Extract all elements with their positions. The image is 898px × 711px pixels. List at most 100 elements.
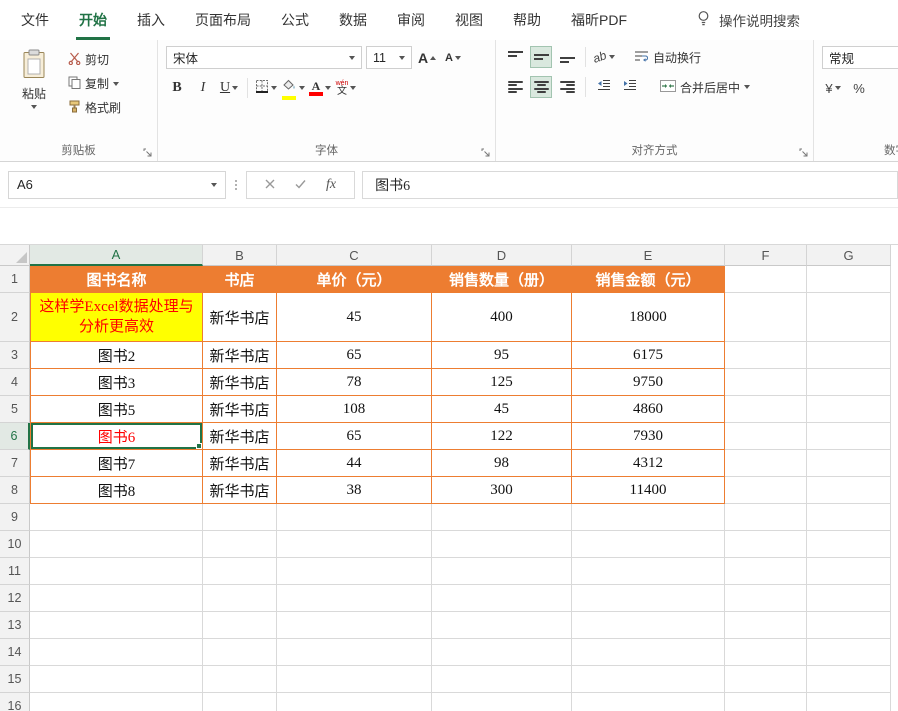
italic-button[interactable]: I (192, 77, 214, 99)
row-header-7[interactable]: 7 (0, 450, 30, 477)
align-right-button[interactable] (556, 76, 578, 98)
align-left-button[interactable] (504, 76, 526, 98)
cell-F7[interactable] (725, 450, 807, 477)
cell-G2[interactable] (807, 293, 891, 342)
tab-data[interactable]: 数据 (324, 0, 382, 40)
cell-E10[interactable] (572, 531, 725, 558)
column-header-D[interactable]: D (432, 245, 572, 266)
cell-B15[interactable] (203, 666, 277, 693)
cell-D8[interactable]: 300 (432, 477, 572, 504)
cell-G14[interactable] (807, 639, 891, 666)
row-header-6[interactable]: 6 (0, 423, 30, 450)
cell-C3[interactable]: 65 (277, 342, 432, 369)
column-header-B[interactable]: B (203, 245, 277, 266)
cell-A8[interactable]: 图书8 (30, 477, 203, 504)
cell-B16[interactable] (203, 693, 277, 711)
bold-button[interactable]: B (166, 77, 188, 99)
cell-A10[interactable] (30, 531, 203, 558)
font-size-dropdown-icon[interactable] (399, 55, 405, 60)
row-header-13[interactable]: 13 (0, 612, 30, 639)
cell-C1[interactable]: 单价（元） (277, 266, 432, 293)
tab-file[interactable]: 文件 (6, 0, 64, 40)
cell-F6[interactable] (725, 423, 807, 450)
row-header-9[interactable]: 9 (0, 504, 30, 531)
cell-A12[interactable] (30, 585, 203, 612)
merge-center-button[interactable]: 合并后居中 (655, 77, 755, 98)
column-header-G[interactable]: G (807, 245, 891, 266)
cell-B10[interactable] (203, 531, 277, 558)
tab-review[interactable]: 审阅 (382, 0, 440, 40)
cell-F1[interactable] (725, 266, 807, 293)
cell-D12[interactable] (432, 585, 572, 612)
cell-D14[interactable] (432, 639, 572, 666)
cell-C16[interactable] (277, 693, 432, 711)
cell-B6[interactable]: 新华书店 (203, 423, 277, 450)
tab-help[interactable]: 帮助 (498, 0, 556, 40)
insert-function-icon[interactable]: fx (326, 177, 336, 193)
cell-A3[interactable]: 图书2 (30, 342, 203, 369)
cell-D4[interactable]: 125 (432, 369, 572, 396)
percent-style-button[interactable]: % (848, 77, 870, 99)
cell-A7[interactable]: 图书7 (30, 450, 203, 477)
copy-button[interactable]: 复制 (68, 75, 121, 92)
font-color-button[interactable]: A (309, 77, 331, 99)
cell-A1[interactable]: 图书名称 (30, 266, 203, 293)
cell-G15[interactable] (807, 666, 891, 693)
cell-C14[interactable] (277, 639, 432, 666)
orientation-button[interactable]: ab (591, 46, 615, 68)
increase-indent-button[interactable] (619, 76, 641, 98)
tab-foxit-pdf[interactable]: 福昕PDF (556, 0, 642, 40)
cell-B14[interactable] (203, 639, 277, 666)
cell-D16[interactable] (432, 693, 572, 711)
cell-G5[interactable] (807, 396, 891, 423)
cell-G11[interactable] (807, 558, 891, 585)
cell-E16[interactable] (572, 693, 725, 711)
cell-E14[interactable] (572, 639, 725, 666)
formula-input[interactable]: 图书6 (362, 170, 898, 199)
phonetic-guide-button[interactable]: wén 文 (335, 77, 357, 99)
orientation-dropdown-icon[interactable] (608, 55, 615, 59)
tab-home[interactable]: 开始 (64, 0, 122, 40)
cell-E15[interactable] (572, 666, 725, 693)
cell-D9[interactable] (432, 504, 572, 531)
cell-F9[interactable] (725, 504, 807, 531)
row-header-11[interactable]: 11 (0, 558, 30, 585)
cell-E6[interactable]: 7930 (572, 423, 725, 450)
cell-G3[interactable] (807, 342, 891, 369)
cell-A9[interactable] (30, 504, 203, 531)
cell-F4[interactable] (725, 369, 807, 396)
cell-B7[interactable]: 新华书店 (203, 450, 277, 477)
cell-A15[interactable] (30, 666, 203, 693)
column-header-F[interactable]: F (725, 245, 807, 266)
cell-G9[interactable] (807, 504, 891, 531)
cell-F10[interactable] (725, 531, 807, 558)
borders-dropdown-icon[interactable] (271, 86, 277, 90)
cell-F8[interactable] (725, 477, 807, 504)
cell-F11[interactable] (725, 558, 807, 585)
cell-B12[interactable] (203, 585, 277, 612)
cell-C7[interactable]: 44 (277, 450, 432, 477)
cell-E2[interactable]: 18000 (572, 293, 725, 342)
cell-E1[interactable]: 销售金额（元） (572, 266, 725, 293)
cell-B2[interactable]: 新华书店 (203, 293, 277, 342)
cell-B11[interactable] (203, 558, 277, 585)
cell-A14[interactable] (30, 639, 203, 666)
cell-E8[interactable]: 11400 (572, 477, 725, 504)
cell-E7[interactable]: 4312 (572, 450, 725, 477)
underline-button[interactable]: U (218, 77, 240, 99)
cell-C15[interactable] (277, 666, 432, 693)
cell-C11[interactable] (277, 558, 432, 585)
cell-A16[interactable] (30, 693, 203, 711)
cell-B13[interactable] (203, 612, 277, 639)
phonetic-dropdown-icon[interactable] (350, 86, 357, 90)
cell-G16[interactable] (807, 693, 891, 711)
name-box[interactable]: A6 (8, 170, 226, 199)
underline-dropdown-icon[interactable] (232, 86, 239, 90)
cell-B4[interactable]: 新华书店 (203, 369, 277, 396)
cell-A2[interactable]: 这样学Excel数据处理与分析更高效 (30, 293, 203, 342)
font-size-select[interactable]: 11 (366, 46, 412, 69)
tab-formulas[interactable]: 公式 (266, 0, 324, 40)
cell-E3[interactable]: 6175 (572, 342, 725, 369)
cell-F13[interactable] (725, 612, 807, 639)
copy-dropdown-icon[interactable] (113, 81, 120, 86)
